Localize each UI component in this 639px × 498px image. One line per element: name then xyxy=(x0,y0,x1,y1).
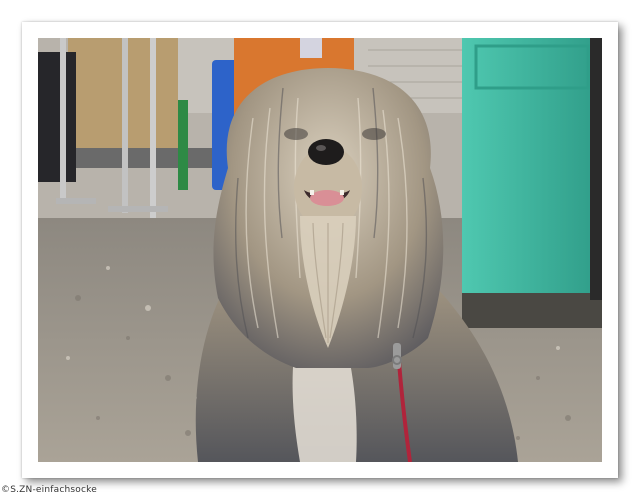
watermark-credit: ©S.ZN-einfachsocke xyxy=(1,485,97,495)
dog-photo-illustration xyxy=(38,38,602,462)
dog-photo xyxy=(38,38,602,462)
photo-frame xyxy=(22,22,618,478)
